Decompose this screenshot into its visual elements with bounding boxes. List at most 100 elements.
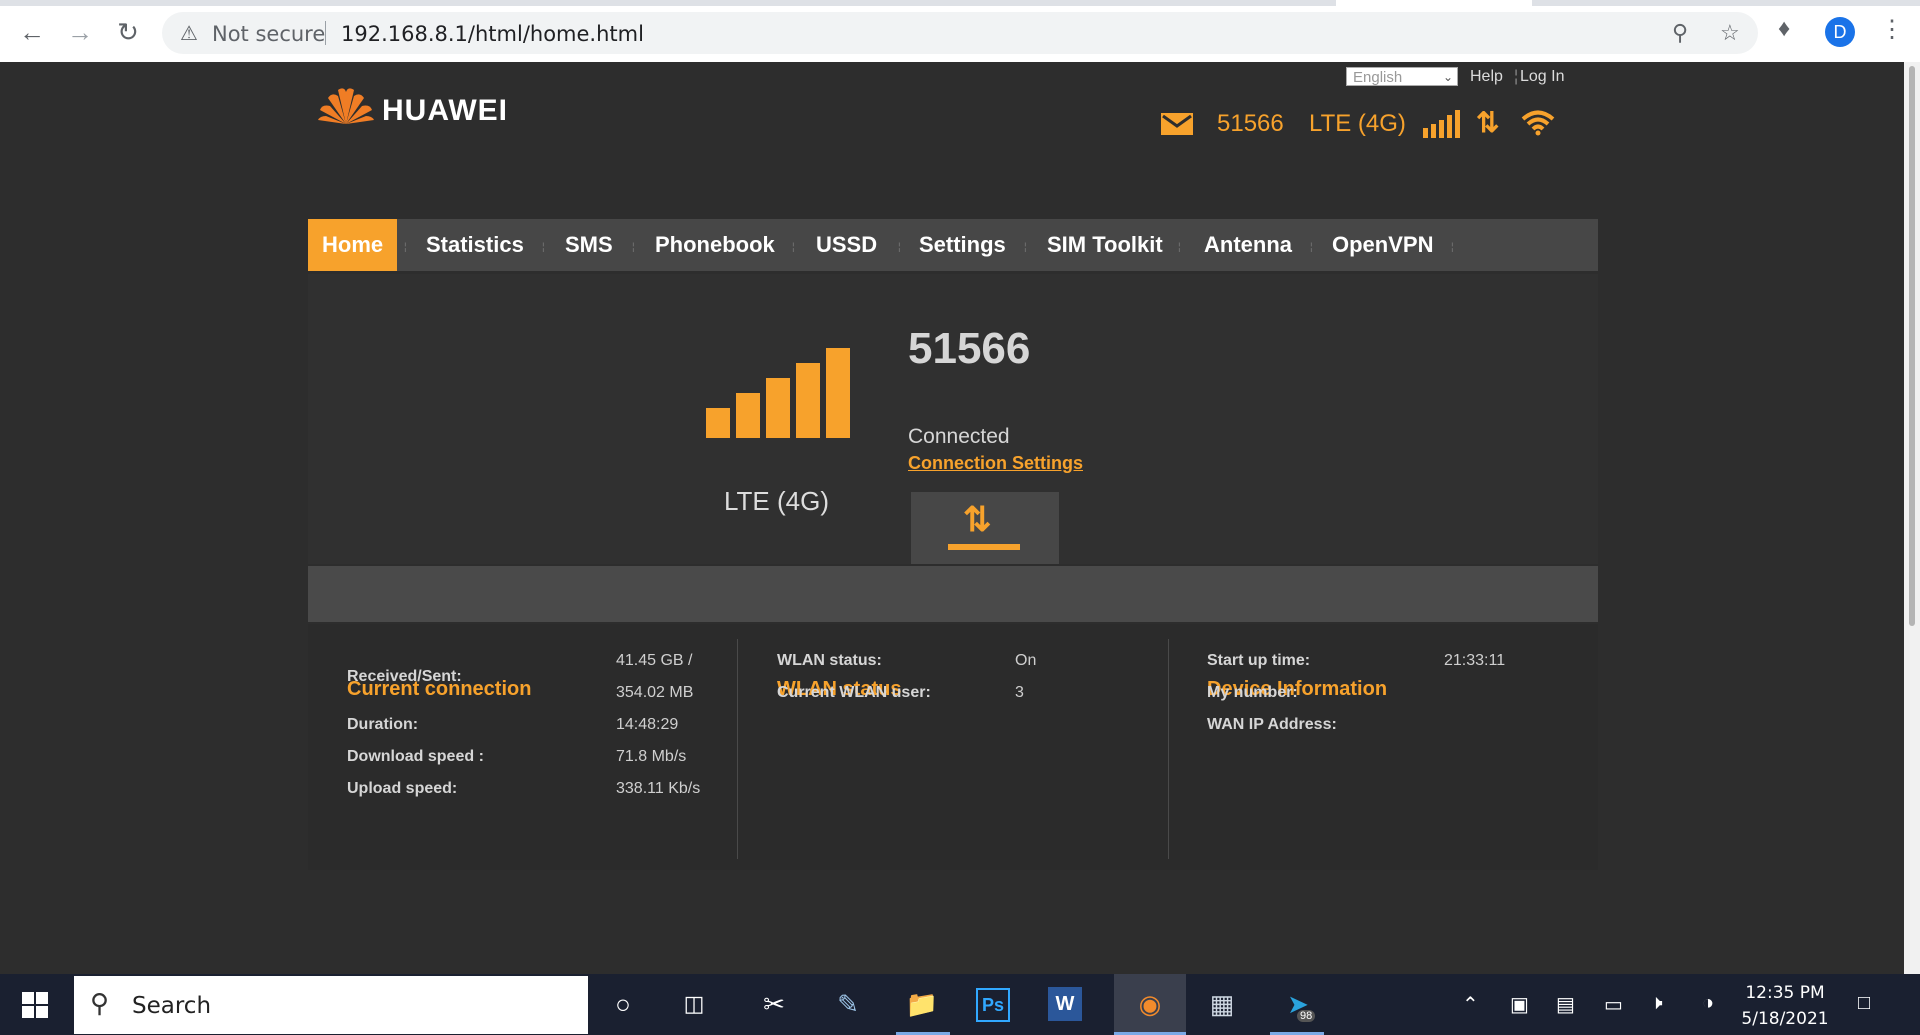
nav-item-openvpn[interactable]: OpenVPN [1332,219,1433,271]
signal-bar [736,393,760,438]
search-placeholder: Search [132,993,212,1019]
battery-icon[interactable]: ▭ [1604,992,1623,1017]
nav-item-antenna[interactable]: Antenna [1204,219,1292,271]
connect-toggle-button[interactable]: ⇅ [911,492,1059,564]
main-navigation: Home ¦ Statistics ¦ SMS ¦ Phonebook ¦ US… [308,219,1598,271]
forward-icon[interactable]: → [62,14,98,50]
signal-bar [766,378,790,438]
my-number-label: My number: [1207,684,1298,701]
show-hidden-icons-icon[interactable]: ⌃ [1462,992,1479,1017]
chevron-down-icon: ⌄ [1442,70,1453,84]
column-divider [1168,639,1169,859]
system-clock[interactable]: 12:35 PM 5/18/2021 [1730,980,1840,1032]
cortana-icon[interactable]: ○ [601,982,645,1026]
nav-item-phonebook[interactable]: Phonebook [655,219,775,271]
search-icon: ⚲ [90,988,110,1018]
chrome-icon[interactable]: ◉ [1114,974,1186,1035]
windows-start-icon[interactable] [22,992,48,1018]
telegram-badge: 98 [1297,1010,1316,1022]
extensions-icon[interactable]: ♦ [1778,15,1790,43]
address-bar[interactable]: ⚠ Not secure 192.168.8.1/html/home.html … [162,12,1758,54]
meet-now-icon[interactable]: ▣ [1510,992,1529,1017]
hero-network-type: LTE (4G) [724,486,829,516]
scrollbar-thumb[interactable] [1909,66,1915,626]
wan-ip-label: WAN IP Address: [1207,716,1337,733]
task-view-icon[interactable]: ◫ [672,982,716,1026]
info-panels [308,624,1598,870]
nav-separator: ¦ [404,242,407,253]
clock-date: 5/18/2021 [1741,1009,1829,1029]
column-divider [737,639,738,859]
nav-separator: ¦ [898,242,901,253]
notepad-icon[interactable]: ✎ [826,982,870,1026]
nav-item-statistics[interactable]: Statistics [426,219,524,271]
mail-icon[interactable] [1160,112,1194,136]
language-select[interactable]: English ⌄ [1346,67,1458,86]
help-link[interactable]: Help [1470,68,1503,86]
startup-time-label: Start up time: [1207,652,1311,669]
zoom-icon[interactable]: ⚲ [1672,20,1688,46]
nav-item-ussd[interactable]: USSD [816,219,877,271]
download-speed-label: Download speed : [347,748,484,765]
url-text[interactable]: 192.168.8.1/html/home.html [341,22,644,46]
word-icon[interactable]: W [1048,987,1082,1021]
duration-value: 14:48:29 [616,716,679,733]
signal-strength-icon [1423,110,1460,138]
wifi-icon [1521,110,1555,136]
wlan-users-value: 3 [1015,684,1024,701]
connection-settings-link[interactable]: Connection Settings [908,453,1083,474]
received-sent-label: Received/Sent: [347,668,462,685]
signal-bar [706,408,730,438]
router-page: HUAWEI English ⌄ Help ¦ Log In 51566 LTE … [0,62,1904,974]
nav-item-home[interactable]: Home [308,219,398,271]
signal-bar [826,348,850,438]
notifications-icon[interactable]: □ [1858,992,1870,1015]
back-icon[interactable]: ← [14,14,50,50]
network-icon[interactable]: ◑ [1702,992,1714,1015]
nav-separator: ¦ [792,242,795,253]
login-link[interactable]: Log In [1520,68,1564,86]
volume-icon[interactable]: 🕨 [1650,992,1663,1015]
nav-separator: ¦ [632,242,635,253]
calculator-icon[interactable]: ▦ [1200,982,1244,1026]
tab-strip [0,0,1920,6]
nav-separator: ¦ [1451,242,1454,253]
clock-time: 12:35 PM [1745,983,1825,1003]
menu-icon[interactable]: ⋮ [1880,15,1904,44]
nav-separator: ¦ [1178,242,1181,253]
omnibox-divider [325,21,326,45]
nav-item-sms[interactable]: SMS [565,219,613,271]
received-value: 41.45 GB / [616,652,693,669]
operator-code: 51566 [1217,110,1284,137]
download-speed-value: 71.8 Mb/s [616,748,687,765]
nav-item-settings[interactable]: Settings [919,219,1006,271]
sent-value: 354.02 MB [616,684,694,701]
connection-status: Connected [908,425,1010,448]
bookmark-star-icon[interactable]: ☆ [1720,20,1740,46]
duration-label: Duration: [347,716,419,733]
huawei-logo-icon [318,88,374,124]
photoshop-icon[interactable]: Ps [976,988,1010,1022]
wlan-status-label: WLAN status: [777,652,882,669]
snipping-tool-icon[interactable]: ✂ [752,982,796,1026]
nav-item-sim-toolkit[interactable]: SIM Toolkit [1047,219,1163,271]
transfer-arrows-icon: ⇅ [963,501,992,539]
taskbar-search[interactable]: ⚲ Search [74,976,588,1034]
button-underline [948,544,1020,550]
brand-name: HUAWEI [382,94,508,127]
nav-separator: ¦ [1024,242,1027,253]
upload-speed-value: 338.11 Kb/s [616,780,701,797]
profile-avatar[interactable]: D [1825,17,1855,47]
warning-icon[interactable]: ⚠ [180,21,198,46]
wlan-users-label: Current WLAN user: [777,684,931,701]
signal-bar [796,363,820,438]
file-explorer-icon[interactable]: 📁 [900,982,944,1026]
nav-separator: ¦ [1310,242,1313,253]
display-icon[interactable]: ▤ [1556,992,1575,1017]
network-type: LTE (4G) [1309,110,1406,137]
language-value: English [1353,69,1403,86]
security-label[interactable]: Not secure [212,22,325,46]
startup-time-value: 21:33:11 [1444,652,1506,669]
reload-icon[interactable]: ↻ [110,14,146,50]
active-tab[interactable] [1336,0,1532,6]
